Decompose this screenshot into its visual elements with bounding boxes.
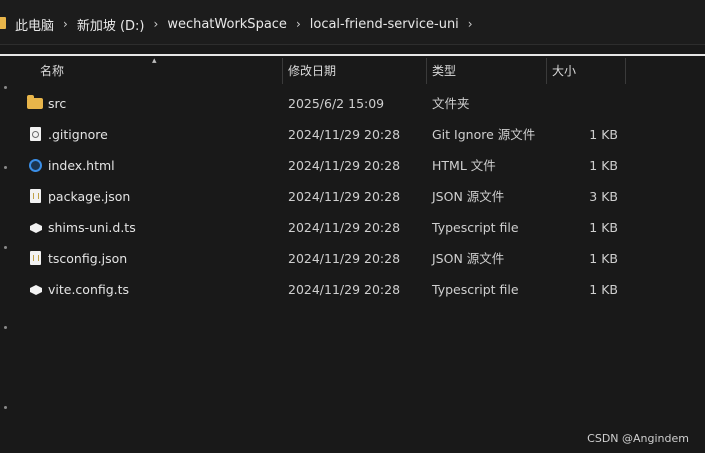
file-size: 1 KB [589, 282, 618, 297]
file-date: 2024/11/29 20:28 [288, 220, 401, 235]
file-date: 2024/11/29 20:28 [288, 282, 401, 297]
typescript-file-icon [30, 223, 42, 233]
chevron-right-icon[interactable]: › [148, 17, 165, 31]
rail-marker [4, 86, 7, 89]
file-name: src [48, 96, 67, 111]
chevron-right-icon[interactable]: › [290, 17, 307, 31]
file-size: 1 KB [589, 158, 618, 173]
file-row-vite-config[interactable]: vite.config.ts 2024/11/29 20:28 Typescri… [22, 274, 662, 305]
gear-file-icon [30, 127, 41, 141]
file-type: JSON 源文件 [432, 189, 505, 204]
file-row-index-html[interactable]: index.html 2024/11/29 20:28 HTML 文件 1 KB [22, 150, 662, 181]
breadcrumb-item-drive-d[interactable]: 新加坡 (D:) [74, 15, 148, 34]
divider [0, 44, 705, 45]
file-list: src 2025/6/2 15:09 文件夹 .gitignore 2024/1… [22, 88, 662, 305]
column-header: ▴ 名称 修改日期 类型 大小 [22, 56, 642, 84]
chevron-right-icon[interactable]: › [57, 17, 74, 31]
file-date: 2024/11/29 20:28 [288, 158, 401, 173]
breadcrumb: 此电脑 › 新加坡 (D:) › wechatWorkSpace › local… [12, 14, 479, 34]
divider [0, 54, 705, 56]
file-name: tsconfig.json [48, 251, 128, 266]
html-file-icon [29, 159, 42, 172]
file-name: shims-uni.d.ts [48, 220, 136, 235]
json-file-icon [30, 189, 41, 203]
breadcrumb-item-current-folder[interactable]: local-friend-service-uni [307, 17, 462, 32]
file-date: 2024/11/29 20:28 [288, 127, 401, 142]
breadcrumb-item-this-pc[interactable]: 此电脑 [12, 15, 57, 34]
column-divider[interactable] [426, 58, 427, 84]
file-row-package-json[interactable]: package.json 2024/11/29 20:28 JSON 源文件 3… [22, 181, 662, 212]
column-divider[interactable] [625, 58, 626, 84]
navigation-pane-edge [0, 56, 8, 453]
rail-marker [4, 246, 7, 249]
file-type: JSON 源文件 [432, 251, 505, 266]
file-name: vite.config.ts [48, 282, 130, 297]
column-header-name[interactable]: 名称 [40, 58, 64, 84]
breadcrumb-item-wechatworkspace[interactable]: wechatWorkSpace [164, 17, 290, 32]
column-header-size[interactable]: 大小 [552, 58, 576, 84]
file-explorer-window: 此电脑 › 新加坡 (D:) › wechatWorkSpace › local… [0, 0, 705, 453]
file-row-src[interactable]: src 2025/6/2 15:09 文件夹 [22, 88, 662, 119]
rail-marker [4, 166, 7, 169]
file-name: .gitignore [48, 127, 108, 142]
file-date: 2024/11/29 20:28 [288, 189, 401, 204]
file-size [582, 88, 618, 119]
file-type: Git Ignore 源文件 [432, 127, 536, 142]
column-header-date[interactable]: 修改日期 [288, 58, 336, 84]
column-header-type[interactable]: 类型 [432, 58, 456, 84]
file-row-shims-uni[interactable]: shims-uni.d.ts 2024/11/29 20:28 Typescri… [22, 212, 662, 243]
file-name: package.json [48, 189, 131, 204]
chevron-right-icon[interactable]: › [462, 17, 479, 31]
file-type: HTML 文件 [432, 158, 496, 173]
file-size: 1 KB [589, 251, 618, 266]
file-size: 1 KB [589, 127, 618, 142]
file-type: Typescript file [432, 220, 519, 235]
address-bar[interactable]: 此电脑 › 新加坡 (D:) › wechatWorkSpace › local… [0, 0, 705, 44]
rail-marker [4, 326, 7, 329]
typescript-file-icon [30, 285, 42, 295]
file-date: 2024/11/29 20:28 [288, 251, 401, 266]
folder-icon [27, 95, 43, 109]
rail-marker [4, 406, 7, 409]
file-type: 文件夹 [432, 96, 470, 111]
folder-icon [0, 17, 6, 29]
column-divider[interactable] [546, 58, 547, 84]
file-size: 3 KB [589, 189, 618, 204]
file-row-gitignore[interactable]: .gitignore 2024/11/29 20:28 Git Ignore 源… [22, 119, 662, 150]
file-row-tsconfig-json[interactable]: tsconfig.json 2024/11/29 20:28 JSON 源文件 … [22, 243, 662, 274]
watermark: CSDN @Angindem [587, 432, 689, 445]
sort-ascending-icon: ▴ [152, 56, 157, 66]
file-date: 2025/6/2 15:09 [288, 96, 385, 111]
file-type: Typescript file [432, 282, 519, 297]
file-size: 1 KB [589, 220, 618, 235]
column-divider[interactable] [282, 58, 283, 84]
file-name: index.html [48, 158, 115, 173]
json-file-icon [30, 251, 41, 265]
